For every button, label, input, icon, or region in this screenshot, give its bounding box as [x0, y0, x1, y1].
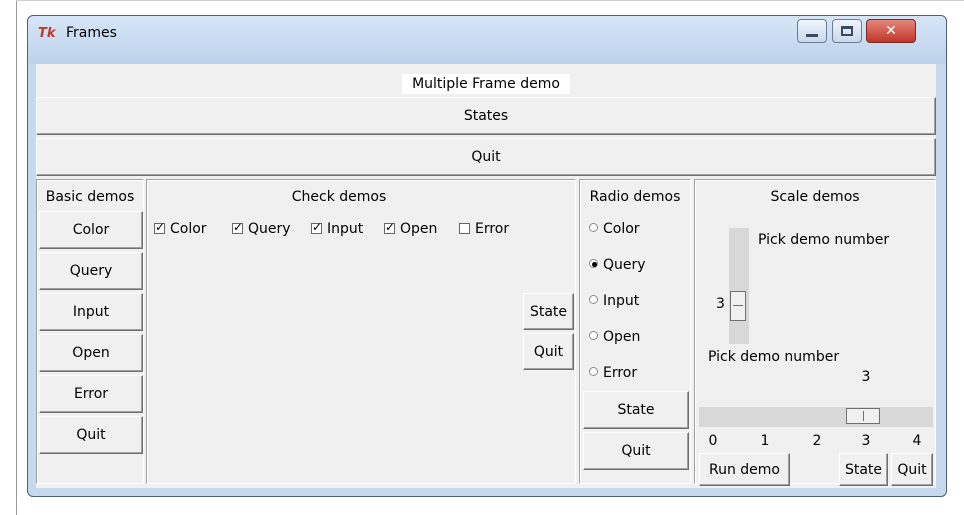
vertical-scale-value: 3 — [716, 296, 725, 312]
run-demo-button[interactable]: Run demo — [699, 453, 790, 486]
basic-input-button[interactable]: Input — [39, 293, 143, 331]
horizontal-scale-trough[interactable] — [699, 407, 933, 427]
check-demos-label: Check demos — [291, 189, 387, 205]
radio-demos-label: Radio demos — [589, 189, 681, 205]
check-quit-button[interactable]: Quit — [523, 333, 574, 370]
demo-title-label: Multiple Frame demo — [402, 74, 570, 94]
window-title: Frames — [66, 25, 117, 41]
basic-query-button[interactable]: Query — [39, 252, 143, 290]
radio-open[interactable]: Open — [589, 329, 640, 345]
check-query[interactable]: Query — [232, 220, 291, 237]
scale-tick: 1 — [760, 433, 770, 449]
close-icon: ✕ — [885, 23, 897, 39]
check-error[interactable]: Error — [459, 221, 509, 237]
minimize-icon — [806, 33, 818, 37]
basic-color-button[interactable]: Color — [39, 211, 143, 249]
check-state-button[interactable]: State — [523, 293, 574, 330]
app-window: Tk Frames ✕ Multiple Frame demo States Q… — [27, 15, 947, 497]
vertical-scale-slider[interactable] — [730, 291, 746, 321]
states-button[interactable]: States — [36, 97, 936, 135]
horizontal-scale-label: Pick demo number — [708, 349, 840, 365]
scale-tick: 2 — [812, 433, 822, 449]
check-open[interactable]: Open — [384, 220, 437, 237]
tk-feather-icon: Tk — [38, 26, 56, 41]
check-color[interactable]: Color — [154, 220, 207, 237]
checkbox-checked-icon — [232, 220, 243, 234]
maximize-button[interactable] — [832, 19, 862, 43]
radio-unselected-icon — [589, 223, 598, 232]
title-bar[interactable]: Tk Frames ✕ — [28, 16, 946, 64]
basic-error-button[interactable]: Error — [39, 375, 143, 413]
close-button[interactable]: ✕ — [866, 19, 916, 43]
radio-error[interactable]: Error — [589, 365, 637, 381]
client-area: Multiple Frame demo States Quit Basic de… — [36, 64, 936, 488]
scale-tick: 3 — [861, 433, 871, 449]
scale-quit-button[interactable]: Quit — [891, 453, 933, 486]
checkbox-checked-icon — [311, 220, 322, 234]
horizontal-scale-slider[interactable] — [846, 408, 880, 424]
checkbox-checked-icon — [384, 220, 395, 234]
radio-unselected-icon — [589, 295, 598, 304]
basic-quit-button[interactable]: Quit — [39, 416, 143, 454]
minimize-button[interactable] — [797, 19, 827, 43]
checkbox-unchecked-icon — [459, 223, 470, 234]
horizontal-scale-value: 3 — [861, 369, 871, 385]
quit-button[interactable]: Quit — [36, 138, 936, 176]
radio-input[interactable]: Input — [589, 293, 639, 309]
radio-selected-icon — [589, 259, 598, 268]
scale-state-button[interactable]: State — [839, 453, 888, 486]
basic-demos-label: Basic demos — [45, 189, 135, 205]
radio-quit-button[interactable]: Quit — [583, 432, 689, 470]
check-input[interactable]: Input — [311, 220, 363, 237]
scale-demos-label: Scale demos — [770, 189, 860, 205]
vertical-scale-label: Pick demo number — [758, 232, 890, 248]
page-edge-left — [16, 0, 17, 515]
scale-tick: 4 — [912, 433, 922, 449]
vertical-scale-trough[interactable] — [729, 228, 749, 344]
scale-tick: 0 — [708, 433, 718, 449]
radio-color[interactable]: Color — [589, 221, 640, 237]
page-edge-top — [16, 0, 964, 1]
radio-state-button[interactable]: State — [583, 391, 689, 429]
radio-query[interactable]: Query — [589, 257, 646, 273]
radio-unselected-icon — [589, 367, 598, 376]
maximize-icon — [841, 26, 853, 36]
basic-open-button[interactable]: Open — [39, 334, 143, 372]
checkbox-checked-icon — [154, 220, 165, 234]
radio-unselected-icon — [589, 331, 598, 340]
